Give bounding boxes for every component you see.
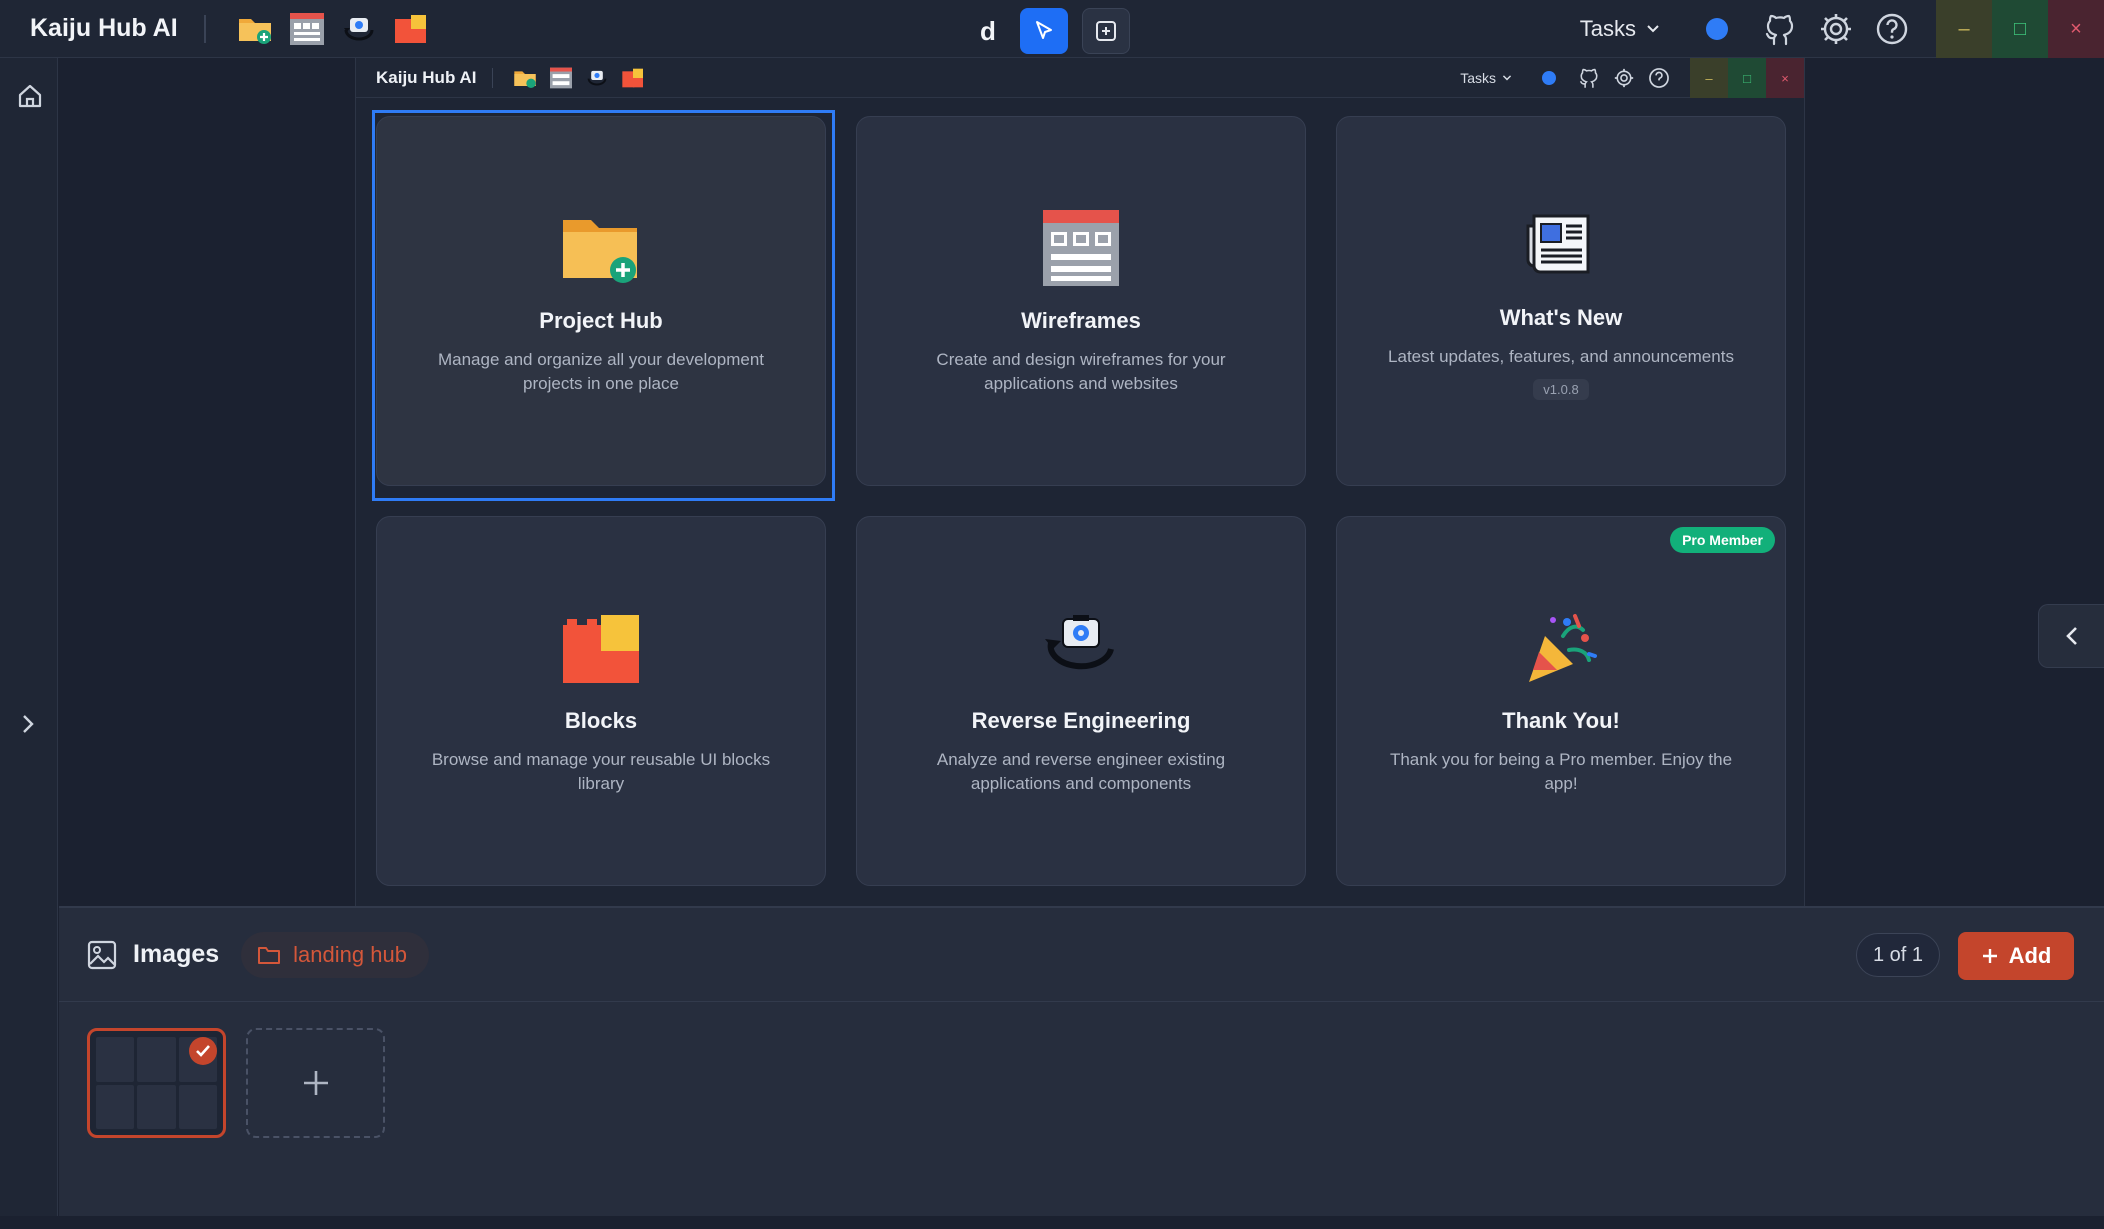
right-panel-toggle[interactable]: [2038, 604, 2104, 668]
folder-name: landing hub: [293, 941, 407, 967]
blocks-icon: [559, 606, 643, 690]
folder-plus-icon: [559, 206, 643, 290]
preview-maximize-button[interactable]: □: [1728, 58, 1766, 98]
thumbnail-cell: [137, 1084, 176, 1129]
tool-letter[interactable]: d: [970, 16, 1006, 47]
app-titlebar: Kaiju Hub AI d Tasks – □ ×: [0, 0, 2104, 58]
preview-quick-icons: [513, 67, 645, 89]
folder-chip[interactable]: landing hub: [241, 931, 429, 978]
card-title: Project Hub: [539, 308, 663, 333]
preview-title: Kaiju Hub AI: [376, 67, 477, 87]
cursor-icon: [1036, 21, 1052, 39]
gear-icon[interactable]: [1613, 67, 1635, 89]
chevron-down-icon: [1647, 25, 1659, 33]
folder-icon: [258, 946, 281, 964]
titlebar-divider: [203, 14, 206, 43]
pro-member-badge: Pro Member: [1670, 527, 1775, 553]
card-description: Analyze and reverse engineer existing ap…: [936, 750, 1226, 793]
card-thank-you[interactable]: Pro Member Thank You! Thank you for bein…: [1336, 516, 1786, 886]
card-blocks[interactable]: Blocks Browse and manage your reusable U…: [376, 516, 826, 886]
add-frame-button[interactable]: [1082, 8, 1130, 54]
tasks-dropdown[interactable]: Tasks: [1580, 16, 1660, 42]
gear-icon[interactable]: [1816, 9, 1856, 49]
page-count: 1 of 1: [1855, 933, 1940, 977]
quick-launch-icons: [236, 11, 430, 47]
thumbnail-cell: [178, 1084, 217, 1129]
home-icon[interactable]: [16, 82, 44, 115]
image-thumbnail[interactable]: [87, 1028, 226, 1138]
add-label: Add: [2008, 943, 2052, 968]
bottom-edge: [0, 1216, 2104, 1229]
preview-close-button[interactable]: ×: [1766, 58, 1804, 98]
help-icon[interactable]: [1648, 67, 1670, 89]
select-tool-button[interactable]: [1020, 8, 1068, 54]
preview-divider: [492, 67, 494, 88]
card-project-hub[interactable]: Project Hub Manage and organize all your…: [376, 116, 826, 486]
card-title: Blocks: [564, 708, 638, 733]
chevron-right-icon[interactable]: [20, 713, 36, 740]
chevron-left-icon: [2065, 627, 2077, 645]
wireframe-icon[interactable]: [288, 11, 326, 47]
blocks-icon[interactable]: [392, 11, 430, 47]
preview-minimize-button[interactable]: –: [1690, 58, 1728, 98]
preview-titlebar: Kaiju Hub AI Tasks – □ ×: [356, 58, 1804, 98]
plus-square-icon: [1096, 21, 1116, 41]
help-icon[interactable]: [1872, 9, 1912, 49]
titlebar-right: Tasks – □ ×: [1580, 0, 2104, 58]
card-title: What's New: [1499, 304, 1623, 330]
thumbnail-cell: [96, 1037, 135, 1082]
card-description: Thank you for being a Pro member. Enjoy …: [1389, 750, 1733, 793]
image-thumbnails: [59, 1002, 2104, 1138]
party-popper-icon: [1519, 606, 1603, 690]
github-icon[interactable]: [1760, 9, 1800, 49]
left-rail: [0, 58, 58, 1229]
chevron-down-icon: [1502, 75, 1512, 81]
thumbnail-cell: [137, 1037, 176, 1082]
wireframe-icon: [1039, 206, 1123, 290]
version-badge: v1.0.8: [1533, 378, 1589, 400]
status-dot[interactable]: [1706, 18, 1728, 40]
newspaper-icon: [1519, 203, 1603, 287]
image-icon: [87, 940, 117, 970]
card-title: Reverse Engineering: [971, 708, 1191, 733]
tasks-label: Tasks: [1579, 16, 1636, 41]
plus-icon: [303, 1071, 328, 1095]
folder-plus-icon[interactable]: [513, 67, 537, 89]
check-icon: [189, 1037, 217, 1065]
images-title: Images: [133, 940, 220, 968]
card-whats-new[interactable]: What's New Latest updates, features, and…: [1336, 116, 1786, 486]
preview-titlebar-right: Tasks – □ ×: [1460, 58, 1804, 98]
minimize-button[interactable]: –: [1936, 0, 1992, 58]
github-icon[interactable]: [1578, 67, 1600, 89]
camera-rotate-icon[interactable]: [340, 11, 378, 47]
card-reverse-engineering[interactable]: Reverse Engineering Analyze and reverse …: [856, 516, 1306, 886]
camera-rotate-icon[interactable]: [585, 67, 609, 89]
card-title: Thank You!: [1502, 708, 1620, 733]
close-button[interactable]: ×: [2048, 0, 2104, 58]
maximize-button[interactable]: □: [1992, 0, 2048, 58]
add-thumbnail-button[interactable]: [246, 1028, 385, 1138]
add-image-button[interactable]: Add: [1958, 932, 2074, 980]
camera-rotate-icon: [1039, 606, 1123, 690]
preview-window: Kaiju Hub AI Tasks – □ × Project Hub Man…: [355, 58, 1805, 906]
plus-icon: [1982, 949, 1997, 963]
card-description: Create and design wireframes for your ap…: [936, 350, 1226, 393]
card-wireframes[interactable]: Wireframes Create and design wireframes …: [856, 116, 1306, 486]
feature-cards: Project Hub Manage and organize all your…: [376, 116, 1786, 886]
images-panel: Images landing hub 1 of 1 Add: [59, 906, 2104, 1216]
blocks-icon[interactable]: [621, 67, 645, 89]
card-title: Wireframes: [1021, 308, 1141, 333]
card-description: Manage and organize all your development…: [437, 350, 765, 393]
canvas-tools: d: [970, 8, 1130, 54]
preview-tasks-dropdown[interactable]: Tasks: [1460, 70, 1512, 86]
preview-tasks-label: Tasks: [1460, 70, 1496, 86]
folder-plus-icon[interactable]: [236, 11, 274, 47]
card-description: Latest updates, features, and announceme…: [1388, 346, 1734, 366]
app-title: Kaiju Hub AI: [30, 14, 178, 42]
preview-status-dot[interactable]: [1542, 71, 1556, 85]
card-description: Browse and manage your reusable UI block…: [431, 750, 771, 793]
wireframe-icon[interactable]: [549, 67, 573, 89]
images-panel-header: Images landing hub 1 of 1 Add: [59, 908, 2104, 1002]
thumbnail-cell: [96, 1084, 135, 1129]
